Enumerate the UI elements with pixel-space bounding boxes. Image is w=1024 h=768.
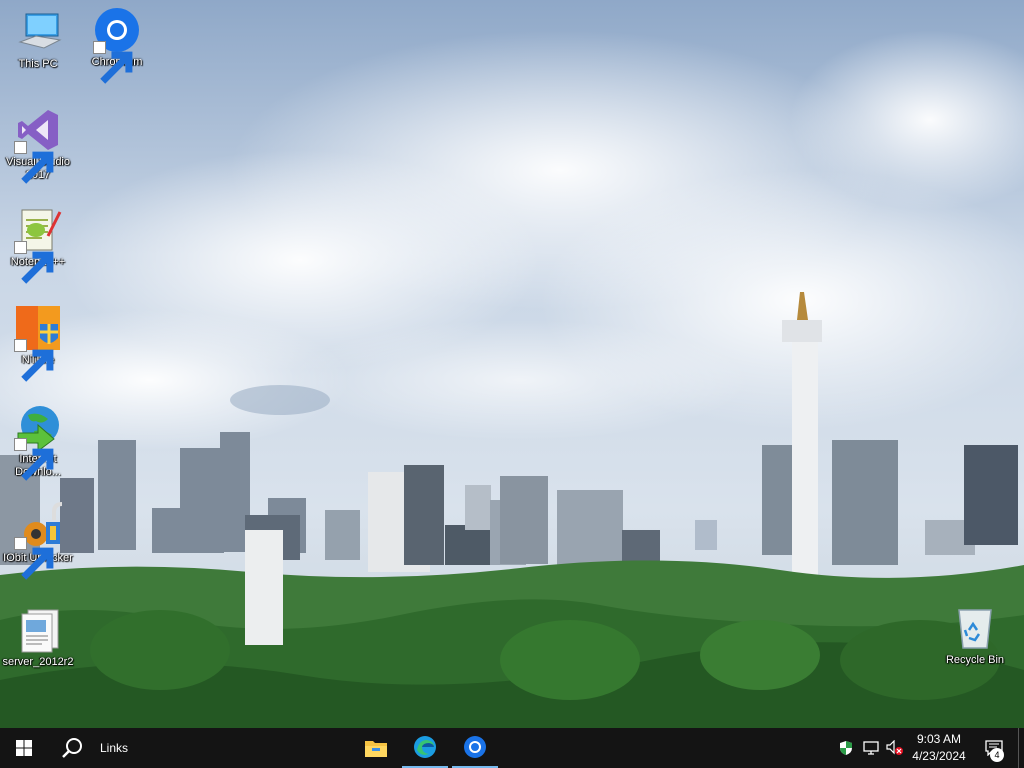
internet-download-manager-icon (14, 403, 62, 481)
chromium-icon (464, 736, 486, 758)
shortcut-arrow-icon (14, 241, 54, 284)
clock-time: 9:03 AM (916, 732, 962, 746)
taskbar-clock[interactable]: 9:03 AM 4/23/2024 (908, 731, 970, 765)
shortcut-arrow-icon (14, 141, 54, 184)
show-desktop-button[interactable] (1018, 728, 1024, 768)
server-image-icon (14, 606, 62, 654)
notepad-plus-plus-icon (14, 206, 62, 284)
desktop-icon-ntlite[interactable]: NTLite (0, 304, 76, 382)
tray-security-icon-button[interactable] (836, 728, 856, 768)
search-icon (62, 738, 82, 758)
taskbar-file-explorer[interactable] (352, 728, 400, 768)
windows-logo-icon (16, 740, 32, 756)
search-button[interactable] (48, 728, 96, 768)
desktop-icon-recycle-bin[interactable]: Recycle Bin (937, 604, 1013, 667)
desktop-icon-label: This PC (18, 58, 58, 70)
visual-studio-icon (14, 106, 62, 184)
desktop-icon-label: Recycle Bin (945, 654, 1005, 666)
network-icon (863, 741, 879, 755)
shortcut-arrow-icon (14, 339, 54, 382)
desktop-icon-chromium[interactable]: Chromium (79, 6, 155, 84)
ntlite-icon (14, 304, 62, 382)
desktop-icon-iobit-unlocker[interactable]: IObit Unlocker (0, 502, 76, 580)
volume-muted-icon (886, 740, 903, 755)
iobit-unlocker-icon (14, 502, 62, 580)
tray-volume-button[interactable] (884, 728, 906, 768)
desktop-icon-visual-studio-2017[interactable]: Visual Studio 2017 (0, 106, 76, 184)
computer-icon (14, 8, 62, 56)
tray-network-button[interactable] (860, 728, 882, 768)
taskbar: Links 9:03 AM 4/23/2024 (0, 728, 1024, 768)
desktop-icon-server-2012r2[interactable]: server_2012r2 (0, 606, 76, 669)
shortcut-arrow-icon (93, 41, 133, 84)
search-box-label[interactable]: Links (100, 741, 128, 755)
desktop-icon-notepad-plus-plus[interactable]: Notepad++ (0, 206, 76, 284)
taskbar-edge[interactable] (402, 728, 448, 768)
desktop-icon-label: server_2012r2 (2, 656, 74, 668)
desktop-icon-this-pc[interactable]: This PC (0, 8, 76, 71)
chromium-icon (93, 6, 141, 84)
start-button[interactable] (0, 728, 48, 768)
recycle-bin-icon (951, 604, 999, 652)
desktop-wallpaper (0, 0, 1024, 728)
notification-count-badge: 4 (990, 748, 1004, 762)
shortcut-arrow-icon (14, 537, 54, 580)
taskbar-chromium[interactable] (452, 728, 498, 768)
desktop-icon-internet-download-manager[interactable]: Internet Downlo... (0, 403, 76, 481)
folder-icon (365, 741, 387, 757)
shortcut-arrow-icon (14, 438, 54, 481)
edge-icon (414, 736, 436, 758)
clock-date: 4/23/2024 (912, 749, 966, 763)
shield-icon (840, 741, 852, 755)
